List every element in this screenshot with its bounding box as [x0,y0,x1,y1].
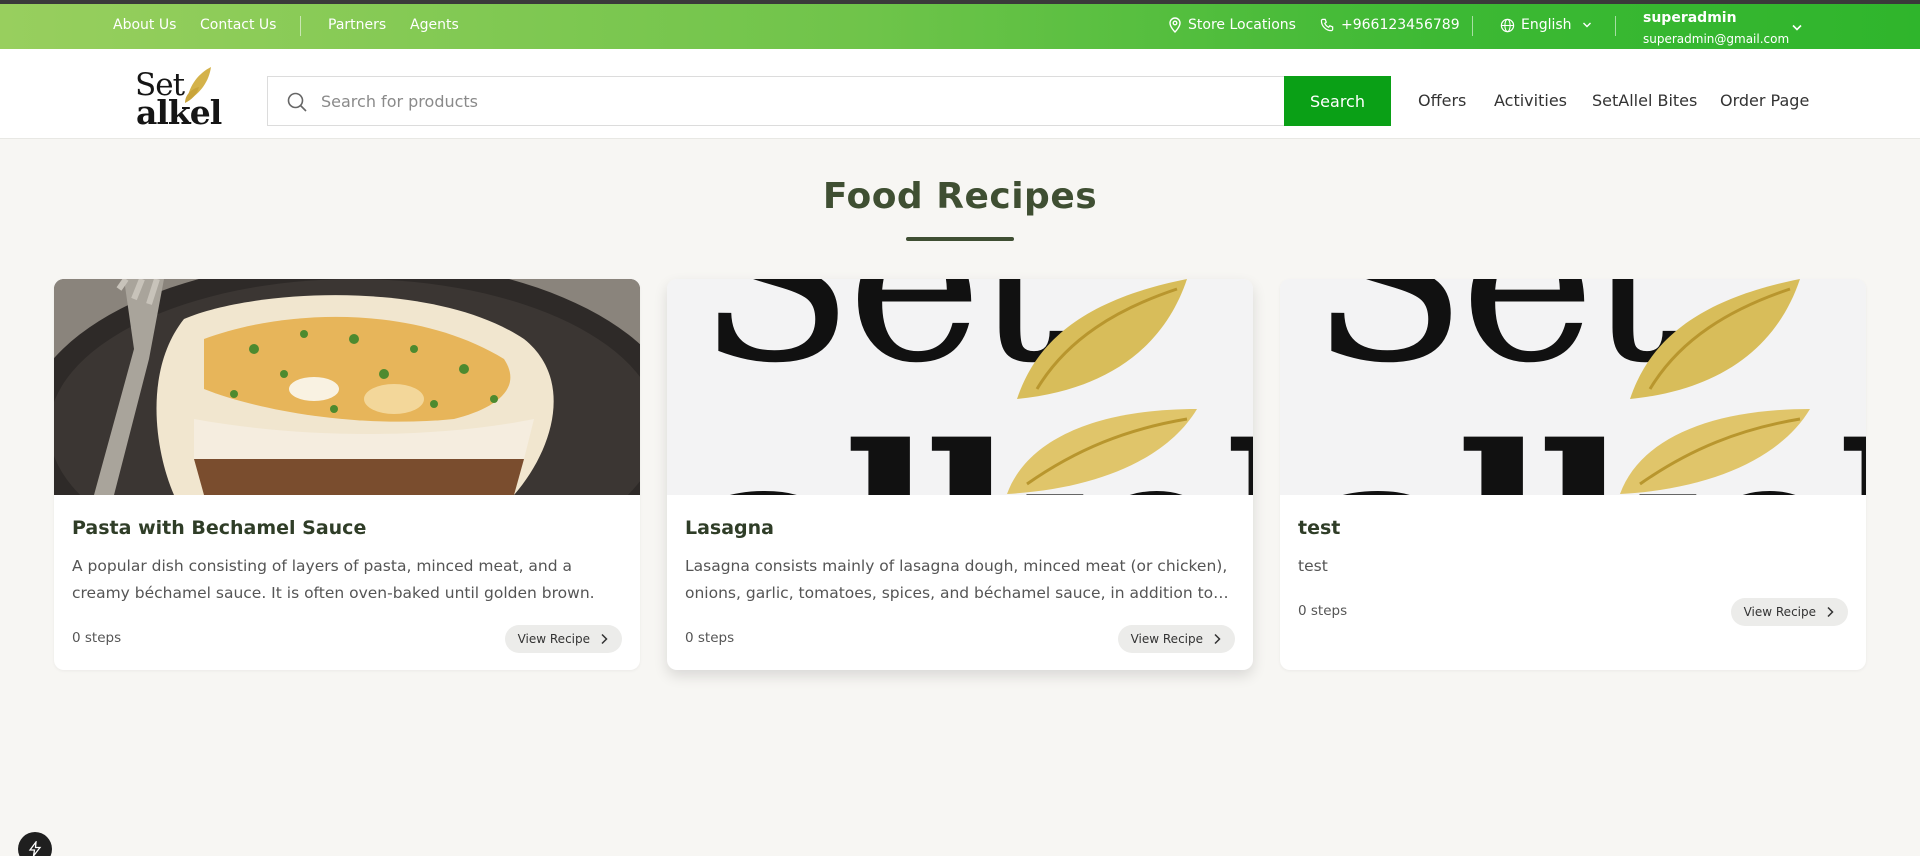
chevron-down-icon [1583,22,1592,28]
recipe-image-pasta [54,279,640,495]
chevron-right-icon [1827,606,1834,618]
view-recipe-label: View Recipe [1743,605,1816,619]
page-title: Food Recipes [822,176,1098,217]
about-us-link[interactable]: About Us [113,17,176,33]
site-logo[interactable]: Set alkel [135,67,225,132]
view-recipe-label: View Recipe [1130,632,1203,646]
svg-text:alkel: alkel [697,394,1253,495]
recipe-title[interactable]: test [1298,517,1340,539]
recipe-title[interactable]: Lasagna [685,517,774,539]
globe-icon [1500,18,1515,32]
chevron-right-icon [1214,633,1221,645]
store-locations-label: Store Locations [1188,17,1296,33]
title-underline [906,237,1014,241]
recipe-steps: 0 steps [685,630,735,646]
partners-link[interactable]: Partners [328,17,386,33]
store-locations-link[interactable]: Store Locations [1168,17,1296,33]
agents-link[interactable]: Agents [410,17,459,33]
nav-setallel-bites[interactable]: SetAllel Bites [1592,91,1697,110]
quick-action-button[interactable] [18,832,52,856]
contact-us-link[interactable]: Contact Us [200,17,276,33]
chevron-right-icon [601,633,608,645]
leaf-icon [185,67,211,103]
location-pin-icon [1169,17,1181,33]
view-recipe-button[interactable]: View Recipe [1117,625,1235,653]
recipe-card[interactable]: Set alkel Lasagna Lasagna consists mainl… [667,279,1253,670]
divider [1615,16,1616,36]
language-label: English [1521,17,1572,33]
language-selector[interactable]: English [1500,17,1592,33]
divider [300,16,301,36]
recipe-description: A popular dish consisting of layers of p… [72,557,595,602]
svg-text:alkel: alkel [1310,394,1866,495]
recipe-image-setalkel-logo: Set alkel [667,279,1253,495]
phone-number: +966123456789 [1341,17,1460,33]
nav-order-page[interactable]: Order Page [1720,91,1809,110]
view-recipe-button[interactable]: View Recipe [504,625,622,653]
main-header: Set alkel Search Offers Activities SetAl… [0,49,1920,139]
divider [1472,16,1473,36]
recipe-title[interactable]: Pasta with Bechamel Sauce [72,517,366,539]
view-recipe-label: View Recipe [517,632,590,646]
recipe-description: Lasagna consists mainly of lasagna dough… [685,557,1229,602]
phone-icon [1320,18,1334,31]
recipe-image-setalkel-logo: Set alkel [1280,279,1866,495]
recipe-card[interactable]: Pasta with Bechamel Sauce A popular dish… [54,279,640,670]
recipe-steps: 0 steps [1298,603,1348,619]
user-menu-chevron-icon[interactable] [1791,23,1803,32]
recipe-card[interactable]: Set alkel test test 0 steps View Recipe [1280,279,1866,670]
user-name[interactable]: superadmin [1643,10,1737,26]
phone-link[interactable]: +966123456789 [1320,17,1460,33]
recipe-steps: 0 steps [72,630,122,646]
search-box [267,76,1284,126]
top-bar: About Us Contact Us Partners Agents Stor… [0,0,1920,49]
nav-offers[interactable]: Offers [1418,91,1466,110]
recipe-description: test [1298,557,1328,575]
view-recipe-button[interactable]: View Recipe [1730,598,1848,626]
lightning-bolt-icon [28,841,42,856]
search-input[interactable] [321,89,1261,113]
search-icon [287,92,307,112]
user-email: superadmin@gmail.com [1643,32,1790,46]
nav-activities[interactable]: Activities [1494,91,1567,110]
search-button[interactable]: Search [1284,76,1391,126]
